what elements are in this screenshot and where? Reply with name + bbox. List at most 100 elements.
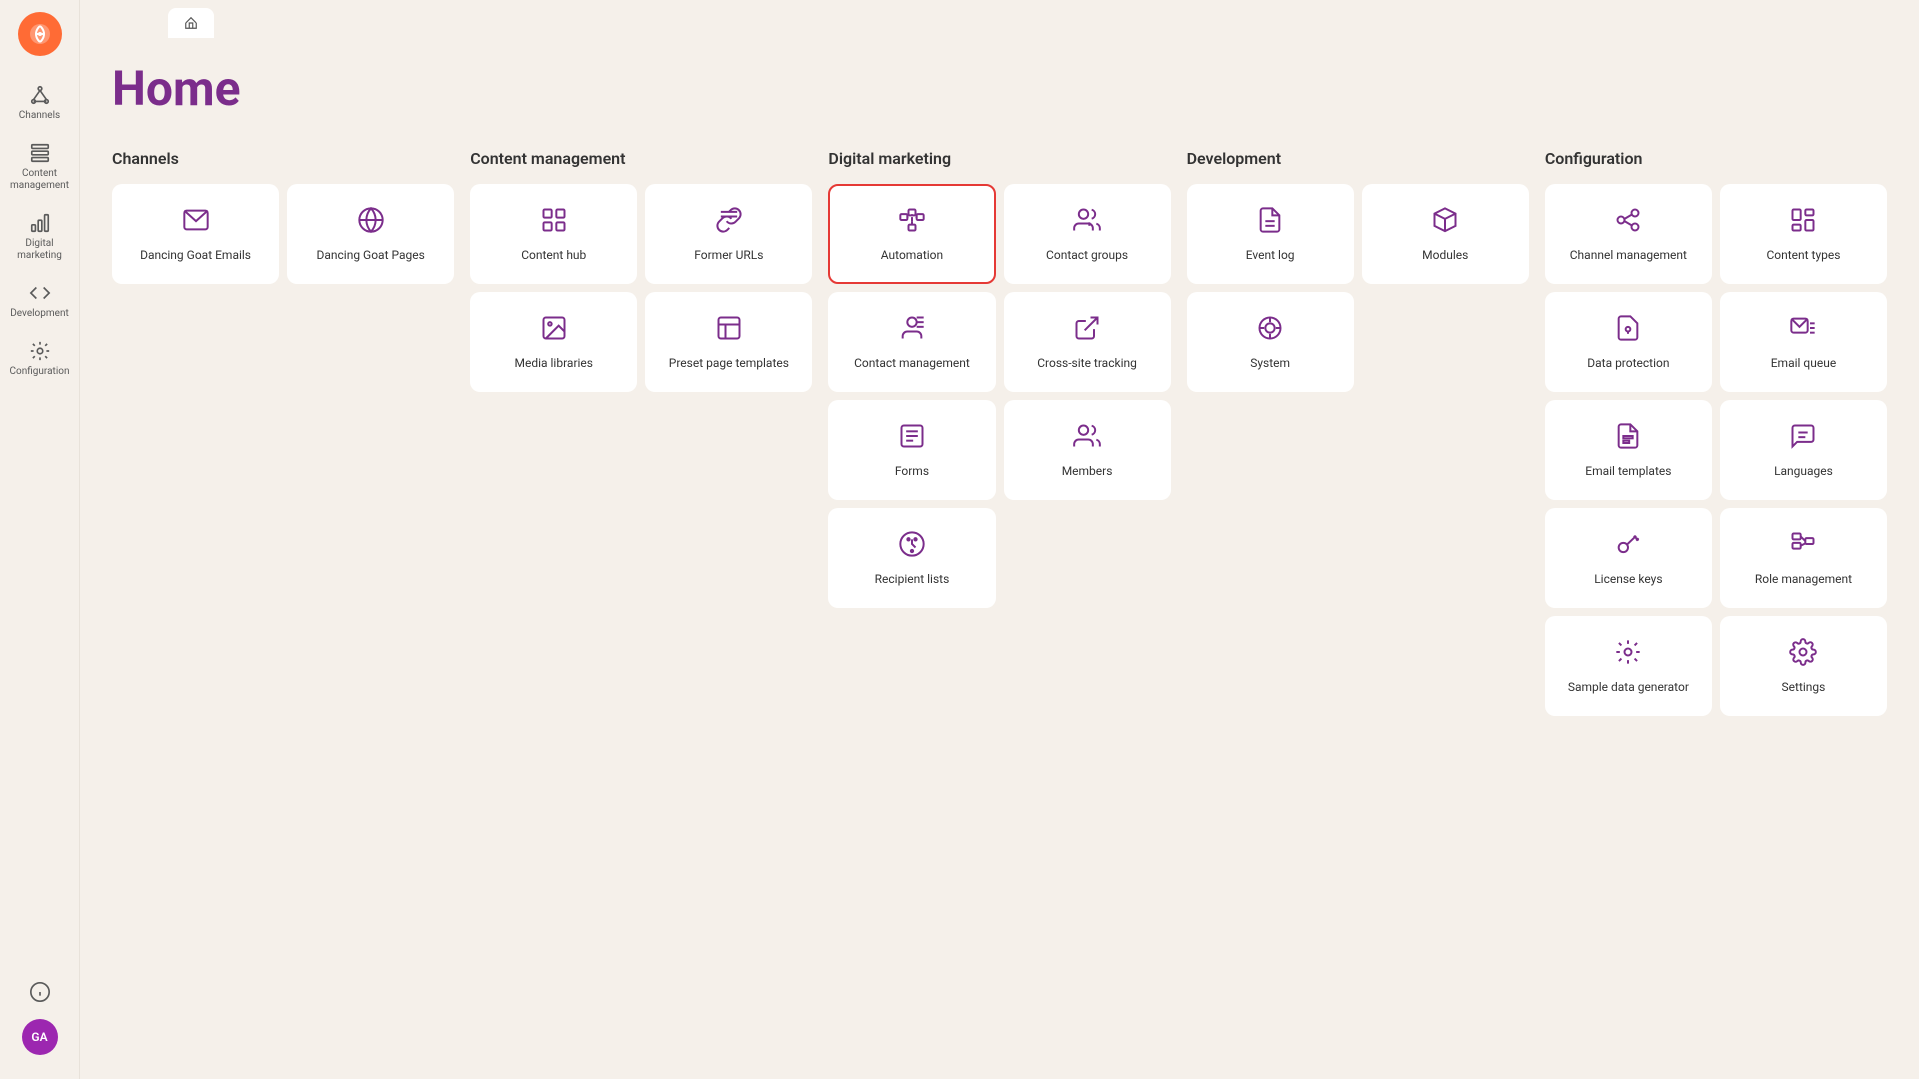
- automation-icon: [898, 206, 926, 238]
- cards-grid-development: Event log Modules System: [1187, 184, 1529, 392]
- sidebar-item-development-label: Development: [10, 308, 69, 320]
- sidebar-item-content-management-label: Content management: [8, 168, 72, 192]
- former-urls-icon: [715, 206, 743, 238]
- sidebar-item-content-management[interactable]: Content management: [4, 134, 76, 200]
- settings-icon: [1789, 638, 1817, 670]
- cards-grid-content-management: Content hub Former URLs Media libraries Pre…: [470, 184, 812, 392]
- contact-management-icon: [898, 314, 926, 346]
- section-title-digital-marketing: Digital marketing: [828, 149, 1170, 168]
- sidebar-item-channels[interactable]: Channels: [4, 76, 76, 130]
- card-email-templates[interactable]: Email templates: [1545, 400, 1712, 500]
- card-license-keys[interactable]: License keys: [1545, 508, 1712, 608]
- media-libraries-icon: [540, 314, 568, 346]
- card-label-forms: Forms: [895, 464, 929, 480]
- card-forms[interactable]: Forms: [828, 400, 995, 500]
- user-avatar[interactable]: GA: [22, 1019, 58, 1055]
- card-role-management[interactable]: Role management: [1720, 508, 1887, 608]
- members-icon: [1073, 422, 1101, 454]
- recipient-lists-icon: [898, 530, 926, 562]
- card-former-urls[interactable]: Former URLs: [645, 184, 812, 284]
- sidebar-item-channels-label: Channels: [19, 110, 60, 122]
- card-label-license-keys: License keys: [1594, 572, 1662, 588]
- card-label-email-templates: Email templates: [1585, 464, 1671, 480]
- card-label-recipient-lists: Recipient lists: [875, 572, 950, 588]
- card-data-protection[interactable]: Data protection: [1545, 292, 1712, 392]
- section-title-content-management: Content management: [470, 149, 812, 168]
- cards-grid-channels: Dancing Goat Emails Dancing Goat Pages: [112, 184, 454, 284]
- data-protection-icon: [1614, 314, 1642, 346]
- card-label-contact-groups: Contact groups: [1046, 248, 1128, 264]
- card-dancing-goat-pages[interactable]: Dancing Goat Pages: [287, 184, 454, 284]
- card-content-types[interactable]: Content types: [1720, 184, 1887, 284]
- card-sample-data-generator[interactable]: Sample data generator: [1545, 616, 1712, 716]
- sections-container: ChannelsDancing Goat EmailsDancing Goat …: [112, 149, 1887, 716]
- card-label-dancing-goat-emails: Dancing Goat Emails: [140, 248, 251, 264]
- card-label-channel-management: Channel management: [1570, 248, 1687, 264]
- email-queue-icon: [1789, 314, 1817, 346]
- card-label-system: System: [1250, 356, 1290, 372]
- card-languages[interactable]: Languages: [1720, 400, 1887, 500]
- sidebar-item-digital-marketing-label: Digital marketing: [8, 238, 72, 262]
- card-label-former-urls: Former URLs: [694, 248, 763, 264]
- cards-grid-configuration: Channel management Content types Data prot…: [1545, 184, 1887, 716]
- card-label-members: Members: [1062, 464, 1113, 480]
- card-dancing-goat-emails[interactable]: Dancing Goat Emails: [112, 184, 279, 284]
- system-icon: [1256, 314, 1284, 346]
- card-label-email-queue: Email queue: [1771, 356, 1836, 372]
- section-title-development: Development: [1187, 149, 1529, 168]
- section-title-channels: Channels: [112, 149, 454, 168]
- sidebar-item-configuration-label: Configuration: [10, 366, 70, 378]
- email-templates-icon: [1614, 422, 1642, 454]
- forms-icon: [898, 422, 926, 454]
- section-content-management: Content management Content hub Former URLs…: [470, 149, 812, 392]
- section-development: Development Event log Modules System: [1187, 149, 1529, 392]
- modules-icon: [1431, 206, 1459, 238]
- card-label-content-types: Content types: [1766, 248, 1840, 264]
- card-email-queue[interactable]: Email queue: [1720, 292, 1887, 392]
- logo[interactable]: [18, 12, 62, 56]
- sidebar-item-digital-marketing[interactable]: Digital marketing: [4, 204, 76, 270]
- page-title: Home: [112, 60, 1887, 117]
- license-keys-icon: [1614, 530, 1642, 562]
- card-label-sample-data-generator: Sample data generator: [1568, 680, 1689, 696]
- card-label-event-log: Event log: [1246, 248, 1295, 264]
- channel-management-icon: [1614, 206, 1642, 238]
- info-button[interactable]: [4, 973, 76, 1011]
- card-label-settings: Settings: [1782, 680, 1826, 696]
- card-media-libraries[interactable]: Media libraries: [470, 292, 637, 392]
- card-label-automation: Automation: [881, 248, 943, 264]
- sidebar-item-configuration[interactable]: Configuration: [4, 332, 76, 386]
- content-hub-icon: [540, 206, 568, 238]
- card-label-dancing-goat-pages: Dancing Goat Pages: [316, 248, 424, 264]
- card-channel-management[interactable]: Channel management: [1545, 184, 1712, 284]
- card-recipient-lists[interactable]: Recipient lists: [828, 508, 995, 608]
- card-automation[interactable]: Automation: [828, 184, 995, 284]
- globe-icon: [357, 206, 385, 238]
- sidebar-item-development[interactable]: Development: [4, 274, 76, 328]
- preset-templates-icon: [715, 314, 743, 346]
- card-cross-site-tracking[interactable]: Cross-site tracking: [1004, 292, 1171, 392]
- sample-data-generator-icon: [1614, 638, 1642, 670]
- card-contact-management[interactable]: Contact management: [828, 292, 995, 392]
- card-preset-page-templates[interactable]: Preset page templates: [645, 292, 812, 392]
- card-members[interactable]: Members: [1004, 400, 1171, 500]
- contact-groups-icon: [1073, 206, 1101, 238]
- card-label-data-protection: Data protection: [1587, 356, 1669, 372]
- card-event-log[interactable]: Event log: [1187, 184, 1354, 284]
- card-contact-groups[interactable]: Contact groups: [1004, 184, 1171, 284]
- section-digital-marketing: Digital marketing Automation Contact group…: [828, 149, 1170, 608]
- card-modules[interactable]: Modules: [1362, 184, 1529, 284]
- card-label-media-libraries: Media libraries: [514, 356, 593, 372]
- card-settings[interactable]: Settings: [1720, 616, 1887, 716]
- card-content-hub[interactable]: Content hub: [470, 184, 637, 284]
- cards-grid-digital-marketing: Automation Contact groups Contact manageme…: [828, 184, 1170, 608]
- card-system[interactable]: System: [1187, 292, 1354, 392]
- section-configuration: ConfigurationChannel managementContent t…: [1545, 149, 1887, 716]
- role-management-icon: [1789, 530, 1817, 562]
- email-icon: [182, 206, 210, 238]
- card-label-content-hub: Content hub: [521, 248, 586, 264]
- card-label-languages: Languages: [1774, 464, 1833, 480]
- cross-site-tracking-icon: [1073, 314, 1101, 346]
- content-types-icon: [1789, 206, 1817, 238]
- card-label-preset-page-templates: Preset page templates: [669, 356, 789, 372]
